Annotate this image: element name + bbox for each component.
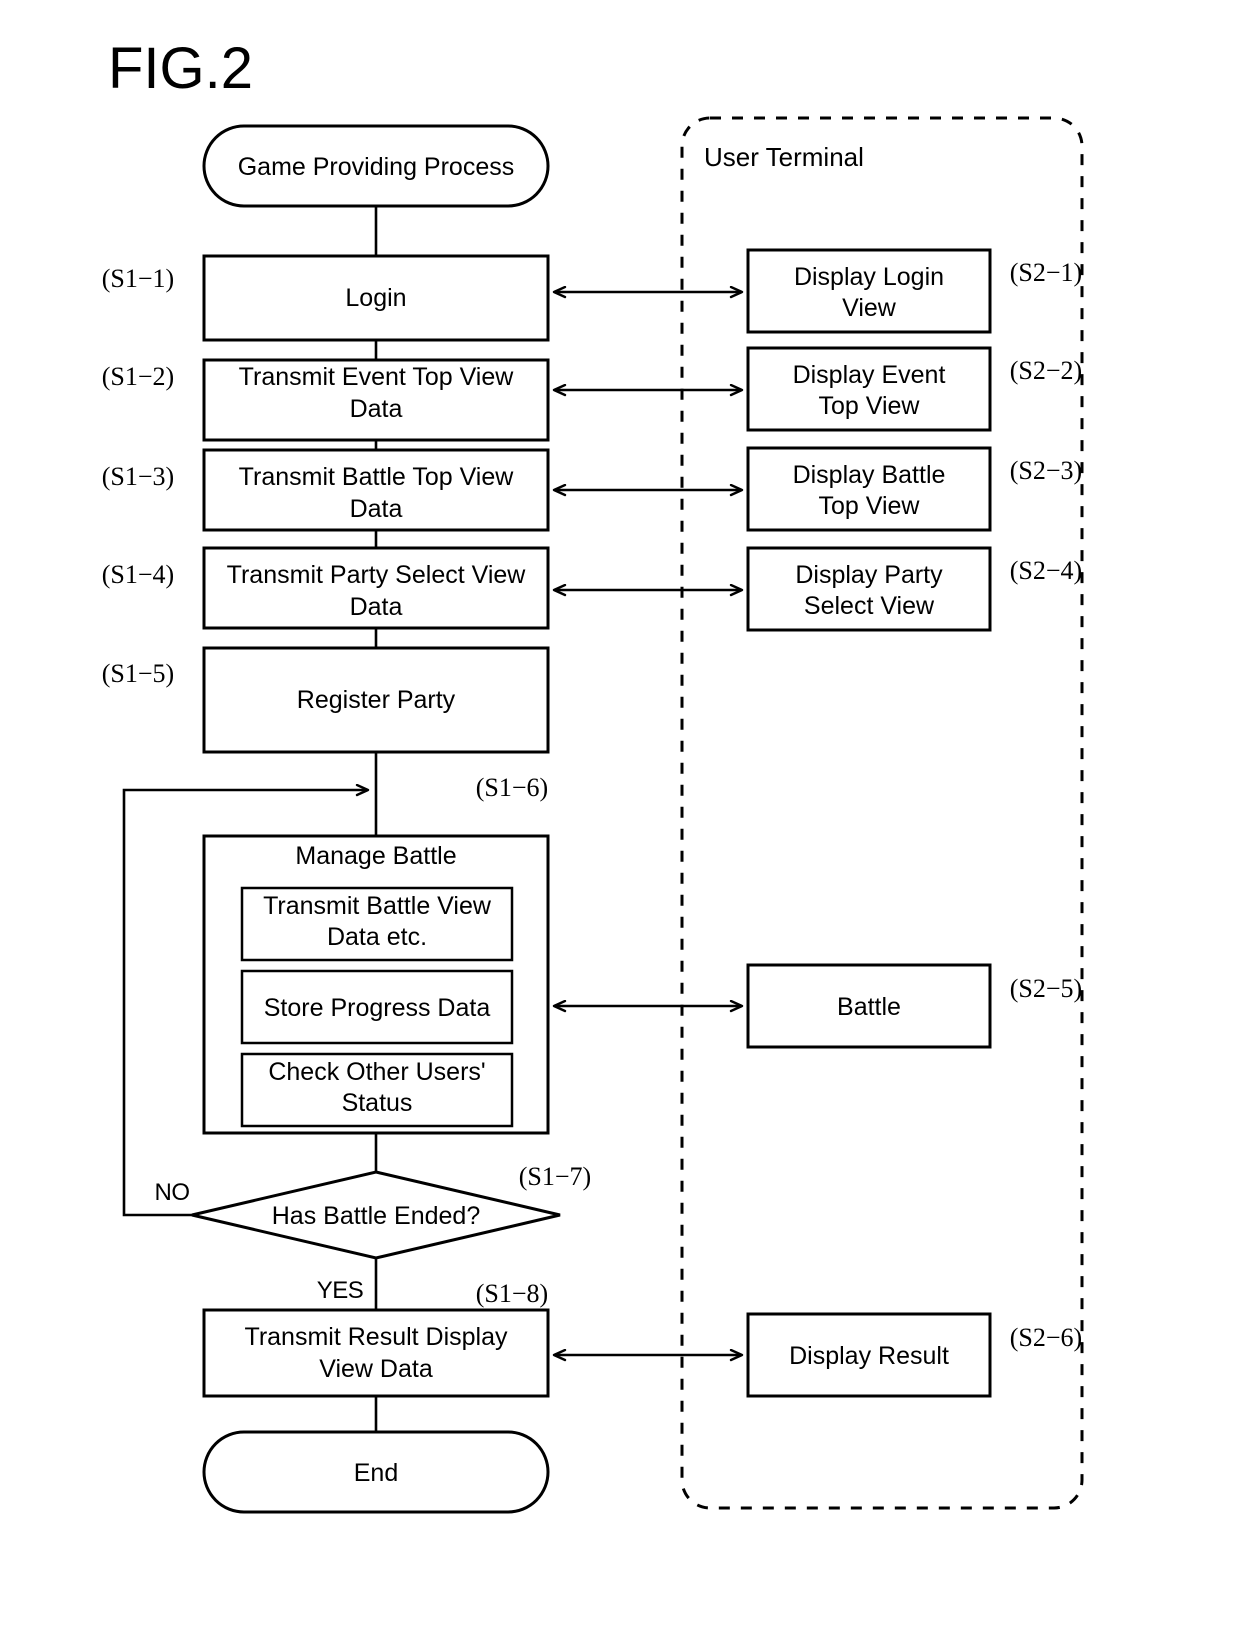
start-node-label: Game Providing Process — [238, 153, 515, 181]
process-s2-6-label: Display Result — [789, 1342, 949, 1370]
process-s2-5-label: Battle — [837, 993, 901, 1021]
step-number-s2-4: (S2−4) — [1010, 556, 1082, 585]
process-s1-3-label-line1: Transmit Battle Top View — [239, 463, 515, 491]
flowchart-canvas: FIG.2 User Terminal Game Providing Proce… — [102, 36, 1084, 1514]
process-s2-3-label-line2: Top View — [819, 492, 921, 520]
step-number-s1-3: (S1−3) — [102, 462, 174, 491]
step-number-s1-5: (S1−5) — [102, 659, 174, 688]
decision-s1-7-label: Has Battle Ended? — [272, 1202, 480, 1230]
step-number-s1-6: (S1−6) — [476, 773, 548, 802]
step-number-s1-7: (S1−7) — [519, 1162, 591, 1191]
step-number-s2-2: (S2−2) — [1010, 356, 1082, 385]
substep-1-line2: Data etc. — [327, 923, 427, 951]
process-s1-6-label: Manage Battle — [295, 842, 456, 870]
process-s1-4-label-line1: Transmit Party Select View — [227, 561, 527, 589]
substep-2-line1: Store Progress Data — [264, 994, 491, 1022]
user-terminal-label: User Terminal — [704, 142, 864, 172]
process-s1-5-label: Register Party — [297, 686, 456, 714]
step-number-s2-3: (S2−3) — [1010, 456, 1082, 485]
process-s1-3-label-line2: Data — [350, 495, 403, 523]
end-node-label: End — [354, 1459, 398, 1487]
step-number-s2-6: (S2−6) — [1010, 1323, 1082, 1352]
process-s1-1-label: Login — [345, 284, 406, 312]
process-s2-2-label-line2: Top View — [819, 392, 921, 420]
process-s2-1-label-line2: View — [842, 294, 897, 322]
substep-1-line1: Transmit Battle View — [263, 892, 492, 920]
branch-label-yes: YES — [317, 1277, 364, 1304]
figure-container: FIG.2 User Terminal Game Providing Proce… — [0, 0, 1240, 1628]
process-s1-8-label-line1: Transmit Result Display — [244, 1323, 508, 1351]
process-s2-3-label-line1: Display Battle — [793, 461, 946, 489]
process-s2-4-label-line2: Select View — [804, 592, 935, 620]
step-number-s2-1: (S2−1) — [1010, 258, 1082, 287]
process-s1-8-label-line2: View Data — [319, 1355, 433, 1383]
process-s1-4-label-line2: Data — [350, 593, 403, 621]
step-number-s2-5: (S2−5) — [1010, 974, 1082, 1003]
step-number-s1-2: (S1−2) — [102, 362, 174, 391]
step-number-s1-4: (S1−4) — [102, 560, 174, 589]
page-title: FIG.2 — [108, 36, 253, 101]
substep-3-line2: Status — [342, 1089, 413, 1117]
process-s2-4-label-line1: Display Party — [795, 561, 943, 589]
substep-3-line1: Check Other Users' — [268, 1058, 485, 1086]
process-s1-2-label-line2: Data — [350, 395, 403, 423]
branch-label-no: NO — [155, 1179, 190, 1206]
process-s1-2-label-line1: Transmit Event Top View — [239, 363, 515, 391]
step-number-s1-1: (S1−1) — [102, 264, 174, 293]
step-number-s1-8: (S1−8) — [476, 1279, 548, 1308]
process-s2-2-label-line1: Display Event — [793, 361, 946, 389]
process-s2-1-label-line1: Display Login — [794, 263, 944, 291]
